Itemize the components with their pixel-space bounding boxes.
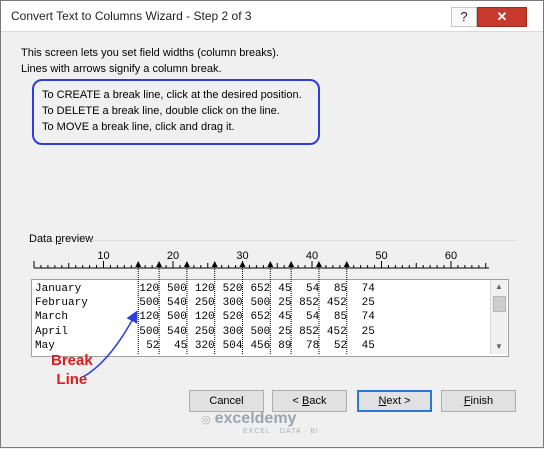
row-name-cell: March — [35, 311, 69, 324]
break-line-annotation: Break Line — [51, 352, 93, 388]
text-to-columns-dialog: Convert Text to Columns Wizard - Step 2 … — [0, 0, 544, 448]
value-cell: 320 — [194, 339, 215, 352]
column-ruler[interactable]: 10 20 30 40 50 60 — [31, 251, 491, 271]
value-cell: 500 — [250, 297, 271, 310]
help-icon[interactable]: ? — [451, 7, 477, 27]
value-cell: 52 — [333, 339, 348, 352]
value-cell: 540 — [167, 297, 187, 310]
value-cell: 652 — [250, 283, 271, 295]
break-arrow-icon[interactable] — [156, 261, 163, 267]
value-cell: 300 — [222, 297, 243, 310]
scroll-up-icon[interactable]: ▲ — [494, 282, 504, 292]
value-cell: 85 — [333, 311, 348, 324]
ruler-tick-label: 40 — [306, 251, 318, 262]
value-cell: 250 — [194, 297, 215, 310]
value-cell: 852 — [299, 325, 319, 338]
value-cell: 500 — [139, 325, 160, 338]
value-cell: 25 — [278, 297, 292, 310]
data-preview-grid[interactable]: January 120 500 120 520 652 45 54 85 74 February 50… — [31, 279, 509, 357]
value-cell: 250 — [194, 325, 215, 338]
value-cell: 52 — [146, 339, 160, 352]
value-cell: 520 — [222, 283, 243, 295]
break-arrow-icon[interactable] — [135, 261, 142, 267]
value-cell: 120 — [139, 283, 160, 295]
value-cell: 120 — [194, 283, 215, 295]
next-button[interactable]: Next > — [357, 390, 432, 412]
back-button[interactable]: < Back — [272, 390, 347, 412]
vertical-scrollbar[interactable]: ▲ ▼ — [490, 280, 507, 354]
window-title: Convert Text to Columns Wizard - Step 2 … — [11, 9, 252, 23]
value-cell: 74 — [361, 283, 375, 295]
value-cell: 45 — [361, 339, 375, 352]
instruction-create: To CREATE a break line, click at the des… — [42, 89, 302, 101]
value-cell: 500 — [139, 297, 160, 310]
value-cell: 45 — [278, 283, 292, 295]
value-cell: 54 — [306, 311, 320, 324]
break-arrow-icon[interactable] — [183, 261, 190, 267]
value-cell: 500 — [250, 325, 271, 338]
value-cell: 504 — [222, 339, 243, 352]
value-cell: 500 — [167, 283, 187, 295]
ruler-tick-label: 10 — [97, 251, 109, 262]
break-arrow-icon[interactable] — [211, 261, 218, 267]
value-cell: 540 — [167, 325, 187, 338]
row-name-cell: February — [35, 297, 88, 310]
close-icon[interactable]: ✕ — [477, 7, 527, 27]
row-name-cell: January — [35, 283, 82, 295]
value-cell: 452 — [326, 297, 347, 310]
intro-text: This screen lets you set field widths (c… — [21, 45, 279, 77]
value-cell: 25 — [278, 325, 292, 338]
value-cell: 300 — [222, 325, 243, 338]
ruler-tick-label: 60 — [445, 251, 457, 262]
value-cell: 89 — [278, 339, 292, 352]
value-cell: 45 — [278, 311, 292, 324]
value-cell: 25 — [361, 325, 375, 338]
exceldemy-watermark: ◎ exceldemy EXCEL · DATA · BI — [201, 410, 319, 435]
scroll-down-icon[interactable]: ▼ — [494, 342, 504, 352]
value-cell: 45 — [174, 339, 188, 352]
value-cell: 85 — [333, 283, 348, 295]
value-cell: 452 — [326, 325, 347, 338]
data-preview-label: Data preview — [29, 233, 94, 245]
break-arrow-icon[interactable] — [343, 261, 350, 267]
intro-line-2: Lines with arrows signify a column break… — [21, 63, 222, 75]
value-cell: 500 — [167, 311, 187, 324]
row-name-cell: April — [35, 325, 69, 338]
break-arrow-icon[interactable] — [288, 261, 295, 267]
value-cell: 54 — [306, 283, 320, 295]
group-divider — [91, 240, 516, 241]
instruction-delete: To DELETE a break line, double click on … — [42, 105, 280, 117]
value-cell: 652 — [250, 311, 271, 324]
ruler-tick-label: 30 — [236, 251, 248, 262]
instructions-box: To CREATE a break line, click at the des… — [32, 79, 320, 145]
cancel-button[interactable]: Cancel — [189, 390, 264, 412]
value-cell: 520 — [222, 311, 243, 324]
value-cell: 456 — [250, 339, 271, 352]
ruler-svg[interactable]: 10 20 30 40 50 60 — [31, 251, 491, 271]
ruler-tick-label: 50 — [375, 251, 387, 262]
intro-line-1: This screen lets you set field widths (c… — [21, 47, 279, 59]
title-bar: Convert Text to Columns Wizard - Step 2 … — [1, 1, 543, 32]
scroll-thumb[interactable] — [493, 296, 506, 312]
value-cell: 25 — [361, 297, 375, 310]
value-cell: 120 — [139, 311, 160, 324]
break-arrow-icon[interactable] — [267, 261, 274, 267]
value-cell: 120 — [194, 311, 215, 324]
instruction-move: To MOVE a break line, click and drag it. — [42, 121, 235, 133]
value-cell: 852 — [299, 297, 319, 310]
exceldemy-logo-icon: ◎ — [201, 414, 211, 426]
value-cell: 74 — [361, 311, 375, 324]
ruler-tick-label: 20 — [167, 251, 179, 262]
value-cell: 78 — [306, 339, 320, 352]
finish-button[interactable]: Finish — [441, 390, 516, 412]
